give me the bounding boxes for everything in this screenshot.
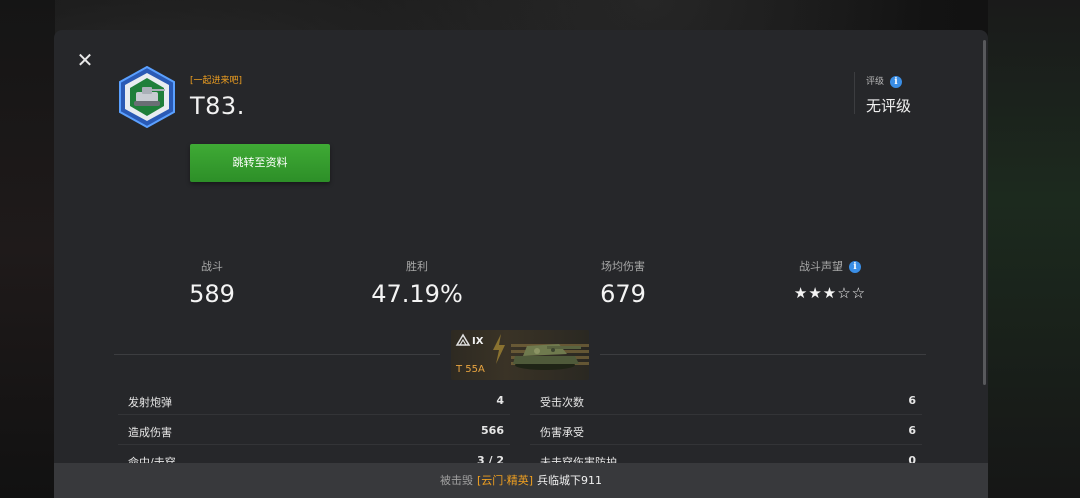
rating-divider <box>854 72 855 114</box>
tank-tier: IX <box>472 336 484 347</box>
reputation-stars: ★★★☆☆ <box>793 284 867 302</box>
background-right <box>988 0 1080 498</box>
close-icon[interactable]: ✕ <box>75 50 95 70</box>
stat-wins-label: 胜利 <box>406 260 428 273</box>
tank-icon <box>513 344 581 370</box>
tank-type-icon <box>455 333 471 346</box>
table-row: 受击次数 6 <box>530 385 922 415</box>
row-label: 受击次数 <box>540 396 584 409</box>
stat-battles: 战斗 589 <box>171 258 253 308</box>
row-value: 566 <box>481 424 504 437</box>
tank-card[interactable]: IX T 55A <box>451 330 589 380</box>
row-label: 造成伤害 <box>128 426 172 439</box>
row-label: 发射炮弹 <box>128 396 172 409</box>
stat-reputation-label-text: 战斗声望 <box>799 260 843 273</box>
tank-name: T 55A <box>456 364 485 375</box>
stat-reputation-label: 战斗声望 i <box>782 258 878 273</box>
stat-battles-label: 战斗 <box>201 260 223 273</box>
row-value: 6 <box>908 394 916 407</box>
stat-battles-value: 589 <box>189 280 235 308</box>
stat-wins: 胜利 47.19% <box>367 258 467 308</box>
stat-wins-value: 47.19% <box>371 280 463 308</box>
table-row: 造成伤害 566 <box>118 415 510 445</box>
rating-label-text: 评级 <box>866 77 885 87</box>
rank-emblem-icon <box>119 66 175 128</box>
info-icon[interactable]: i <box>849 261 861 273</box>
go-to-profile-button[interactable]: 跳转至资料 <box>190 144 330 182</box>
stat-avg-damage-value: 679 <box>600 280 646 308</box>
clan-tag: [一起进来吧] <box>190 76 243 86</box>
stat-reputation: 战斗声望 i ★★★☆☆ <box>782 258 878 302</box>
killed-by-label: 被击毁 <box>439 474 473 487</box>
rating-value: 无评级 <box>866 97 912 115</box>
player-stats-modal: ✕ [一起进来吧] T83. 跳转至资料 评级 i 无评级 战斗 589 胜利 4… <box>54 30 988 498</box>
table-row: 伤害承受 6 <box>530 415 922 445</box>
killed-by-footer: 被击毁 [云门·精英] 兵临城下911 <box>54 463 988 498</box>
row-value: 4 <box>496 394 504 407</box>
player-name: T83. <box>190 92 245 120</box>
info-icon[interactable]: i <box>890 75 903 88</box>
divider-left <box>114 354 440 355</box>
killer-clan-tag: [云门·精英] <box>476 474 534 487</box>
divider-right <box>600 354 926 355</box>
background-left <box>0 0 55 498</box>
lightning-icon <box>493 334 505 364</box>
rating-label: 评级 i <box>866 74 903 88</box>
scrollbar[interactable] <box>983 40 986 385</box>
stat-avg-damage: 场均伤害 679 <box>582 258 664 308</box>
killer-player-name: 兵临城下911 <box>537 474 603 487</box>
row-value: 6 <box>908 424 916 437</box>
stat-avg-damage-label: 场均伤害 <box>601 260 645 273</box>
row-label: 伤害承受 <box>540 426 584 439</box>
table-row: 发射炮弹 4 <box>118 385 510 415</box>
